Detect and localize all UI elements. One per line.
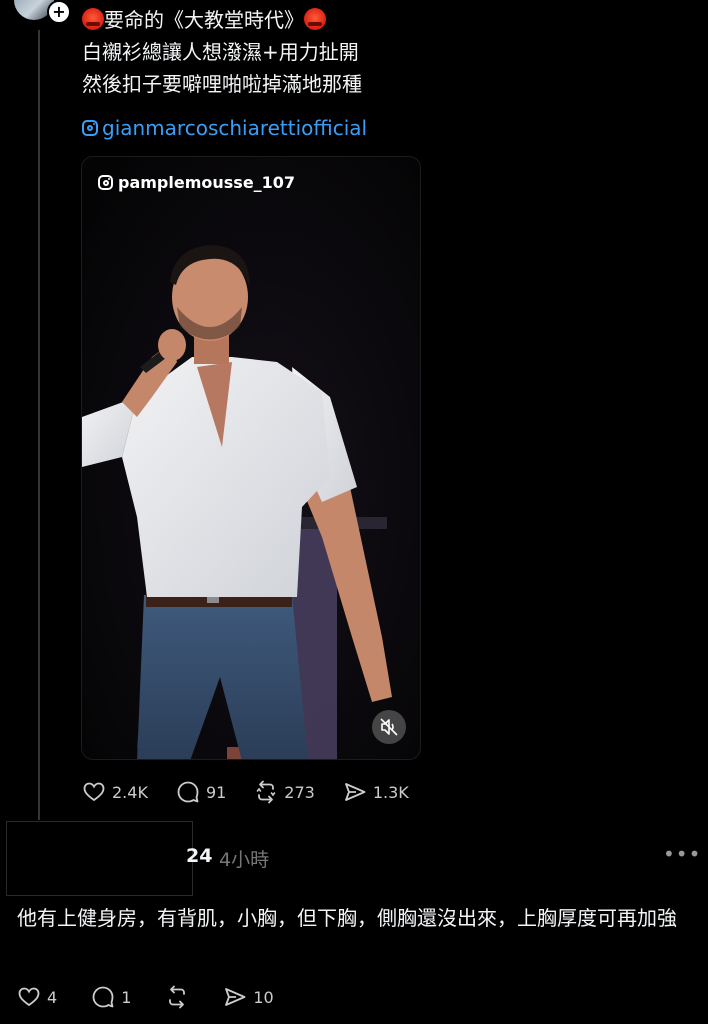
video-player[interactable]: pamplemousse_107 [81,156,421,760]
comment-count: 91 [205,782,227,802]
comment-button[interactable]: 91 [176,780,226,804]
plus-icon[interactable]: + [47,0,71,24]
instagram-link[interactable]: gianmarcoschiarettiofficial [82,116,367,140]
share-button[interactable]: 1.3K [343,780,409,804]
heart-icon [83,782,105,802]
like-button[interactable]: 2.4K [82,780,148,804]
comment-bubble-icon [177,781,199,803]
reply-share-count: 10 [253,987,274,1007]
reply-username[interactable]: 24 [186,845,212,867]
reply-timestamp: 4小時 [219,849,270,871]
reply-repost-button[interactable] [165,985,189,1009]
send-icon [344,783,366,801]
mute-button[interactable] [372,710,406,744]
post-body: 要命的《大教堂時代》 白襯衫總讓人想潑濕+用力扯開 然後扣子要噼哩啪啦掉滿地那種 [82,4,682,100]
repost-button[interactable]: 273 [254,780,315,804]
instagram-icon [82,120,98,136]
instagram-icon [98,175,113,190]
video-watermark: pamplemousse_107 [98,173,295,192]
hot-face-emoji-icon [82,8,104,30]
post-line-1-text: 要命的《大教堂時代》 [104,8,304,32]
threads-page: + 要命的《大教堂時代》 白襯衫總讓人想潑濕+用力扯開 然後扣子要噼哩啪啦掉滿地… [0,0,708,1024]
reply-share-button[interactable]: 10 [223,985,274,1009]
reply-comment-count: 1 [121,987,132,1007]
reply-body: 他有上健身房，有背肌，小胸，但下胸，側胸還沒出來，上胸厚度可再加強 [17,906,677,930]
reply-like-button[interactable]: 4 [17,985,57,1009]
redacted-avatar-box [6,821,193,896]
reply-comment-button[interactable]: 1 [91,985,131,1009]
speaker-muted-icon [380,718,398,736]
post-actions: 2.4K 91 273 1.3K [82,780,437,804]
repost-icon [256,780,276,804]
post-line-1: 要命的《大教堂時代》 [82,4,682,36]
more-dots-icon[interactable]: ••• [663,842,701,866]
comment-bubble-icon [92,986,114,1008]
video-frame-performer [82,157,420,759]
reply-actions: 4 1 10 [17,985,308,1009]
like-count: 2.4K [112,782,148,802]
reply-like-count: 4 [47,987,58,1007]
heart-icon [18,987,40,1007]
instagram-link-text: gianmarcoschiarettiofficial [102,116,368,140]
video-watermark-text: pamplemousse_107 [118,173,296,192]
post-line-2: 白襯衫總讓人想潑濕+用力扯開 [82,40,359,64]
share-count: 1.3K [372,782,409,802]
repost-icon [169,985,186,1009]
thread-connector-line [38,30,40,820]
repost-count: 273 [284,782,315,802]
send-icon [225,988,246,1006]
post-line-3: 然後扣子要噼哩啪啦掉滿地那種 [82,72,362,96]
hot-face-emoji-icon [304,8,326,30]
